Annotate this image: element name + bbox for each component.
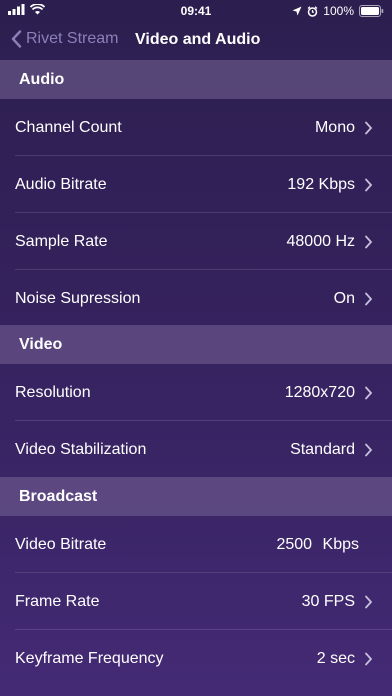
row-sample-rate[interactable]: Sample Rate 48000 Hz [0, 213, 392, 270]
status-bar: 09:41 100% [0, 0, 392, 22]
row-label: Noise Supression [15, 290, 141, 307]
chevron-right-icon [365, 178, 373, 192]
chevron-right-icon [365, 292, 373, 306]
section-header-broadcast: Broadcast [0, 477, 392, 516]
row-frame-rate[interactable]: Frame Rate 30 FPS [0, 573, 392, 630]
row-noise-supression[interactable]: Noise Supression On [0, 270, 392, 327]
video-bitrate-input[interactable]: 2500 [276, 536, 312, 553]
page-title: Video and Audio [135, 31, 261, 48]
back-button[interactable]: Rivet Stream [10, 30, 118, 48]
row-value: 2500 Kbps [276, 516, 359, 573]
chevron-right-icon [365, 443, 373, 457]
status-right: 100% [292, 4, 384, 18]
row-value: 192 Kbps [287, 176, 355, 193]
row-label: Keyframe Frequency [15, 650, 164, 667]
battery-percentage: 100% [323, 4, 354, 18]
video-bitrate-unit: Kbps [322, 536, 359, 553]
back-button-label: Rivet Stream [26, 30, 119, 47]
row-label: Video Bitrate [15, 536, 107, 553]
section-header-video: Video [0, 325, 392, 364]
row-value: Standard [290, 441, 355, 458]
row-value: 1280x720 [284, 384, 355, 401]
row-channel-count[interactable]: Channel Count Mono [0, 99, 392, 156]
battery-icon [359, 5, 384, 17]
row-keyframe-frequency[interactable]: Keyframe Frequency 2 sec [0, 630, 392, 687]
row-value: 30 FPS [301, 593, 355, 610]
row-label: Frame Rate [15, 593, 100, 610]
row-label: Audio Bitrate [15, 176, 107, 193]
row-value: Mono [314, 119, 355, 136]
location-icon [292, 6, 302, 16]
alarm-icon [307, 5, 318, 17]
row-audio-bitrate[interactable]: Audio Bitrate 192 Kbps [0, 156, 392, 213]
row-video-stabilization[interactable]: Video Stabilization Standard [0, 421, 392, 478]
row-label: Video Stabilization [15, 441, 147, 458]
chevron-right-icon [365, 652, 373, 666]
chevron-left-icon [11, 30, 22, 48]
navigation-bar: Rivet Stream Video and Audio [0, 22, 392, 60]
row-label: Channel Count [15, 119, 122, 136]
row-label: Sample Rate [15, 233, 108, 250]
row-video-bitrate[interactable]: Video Bitrate 2500 Kbps [0, 516, 392, 573]
section-header-audio: Audio [0, 60, 392, 99]
row-resolution[interactable]: Resolution 1280x720 [0, 364, 392, 421]
chevron-right-icon [365, 121, 373, 135]
row-value: On [333, 290, 355, 307]
chevron-right-icon [365, 386, 373, 400]
row-value: 48000 Hz [286, 233, 356, 250]
chevron-right-icon [365, 235, 373, 249]
chevron-right-icon [365, 595, 373, 609]
row-value: 2 sec [316, 650, 355, 667]
row-label: Resolution [15, 384, 91, 401]
